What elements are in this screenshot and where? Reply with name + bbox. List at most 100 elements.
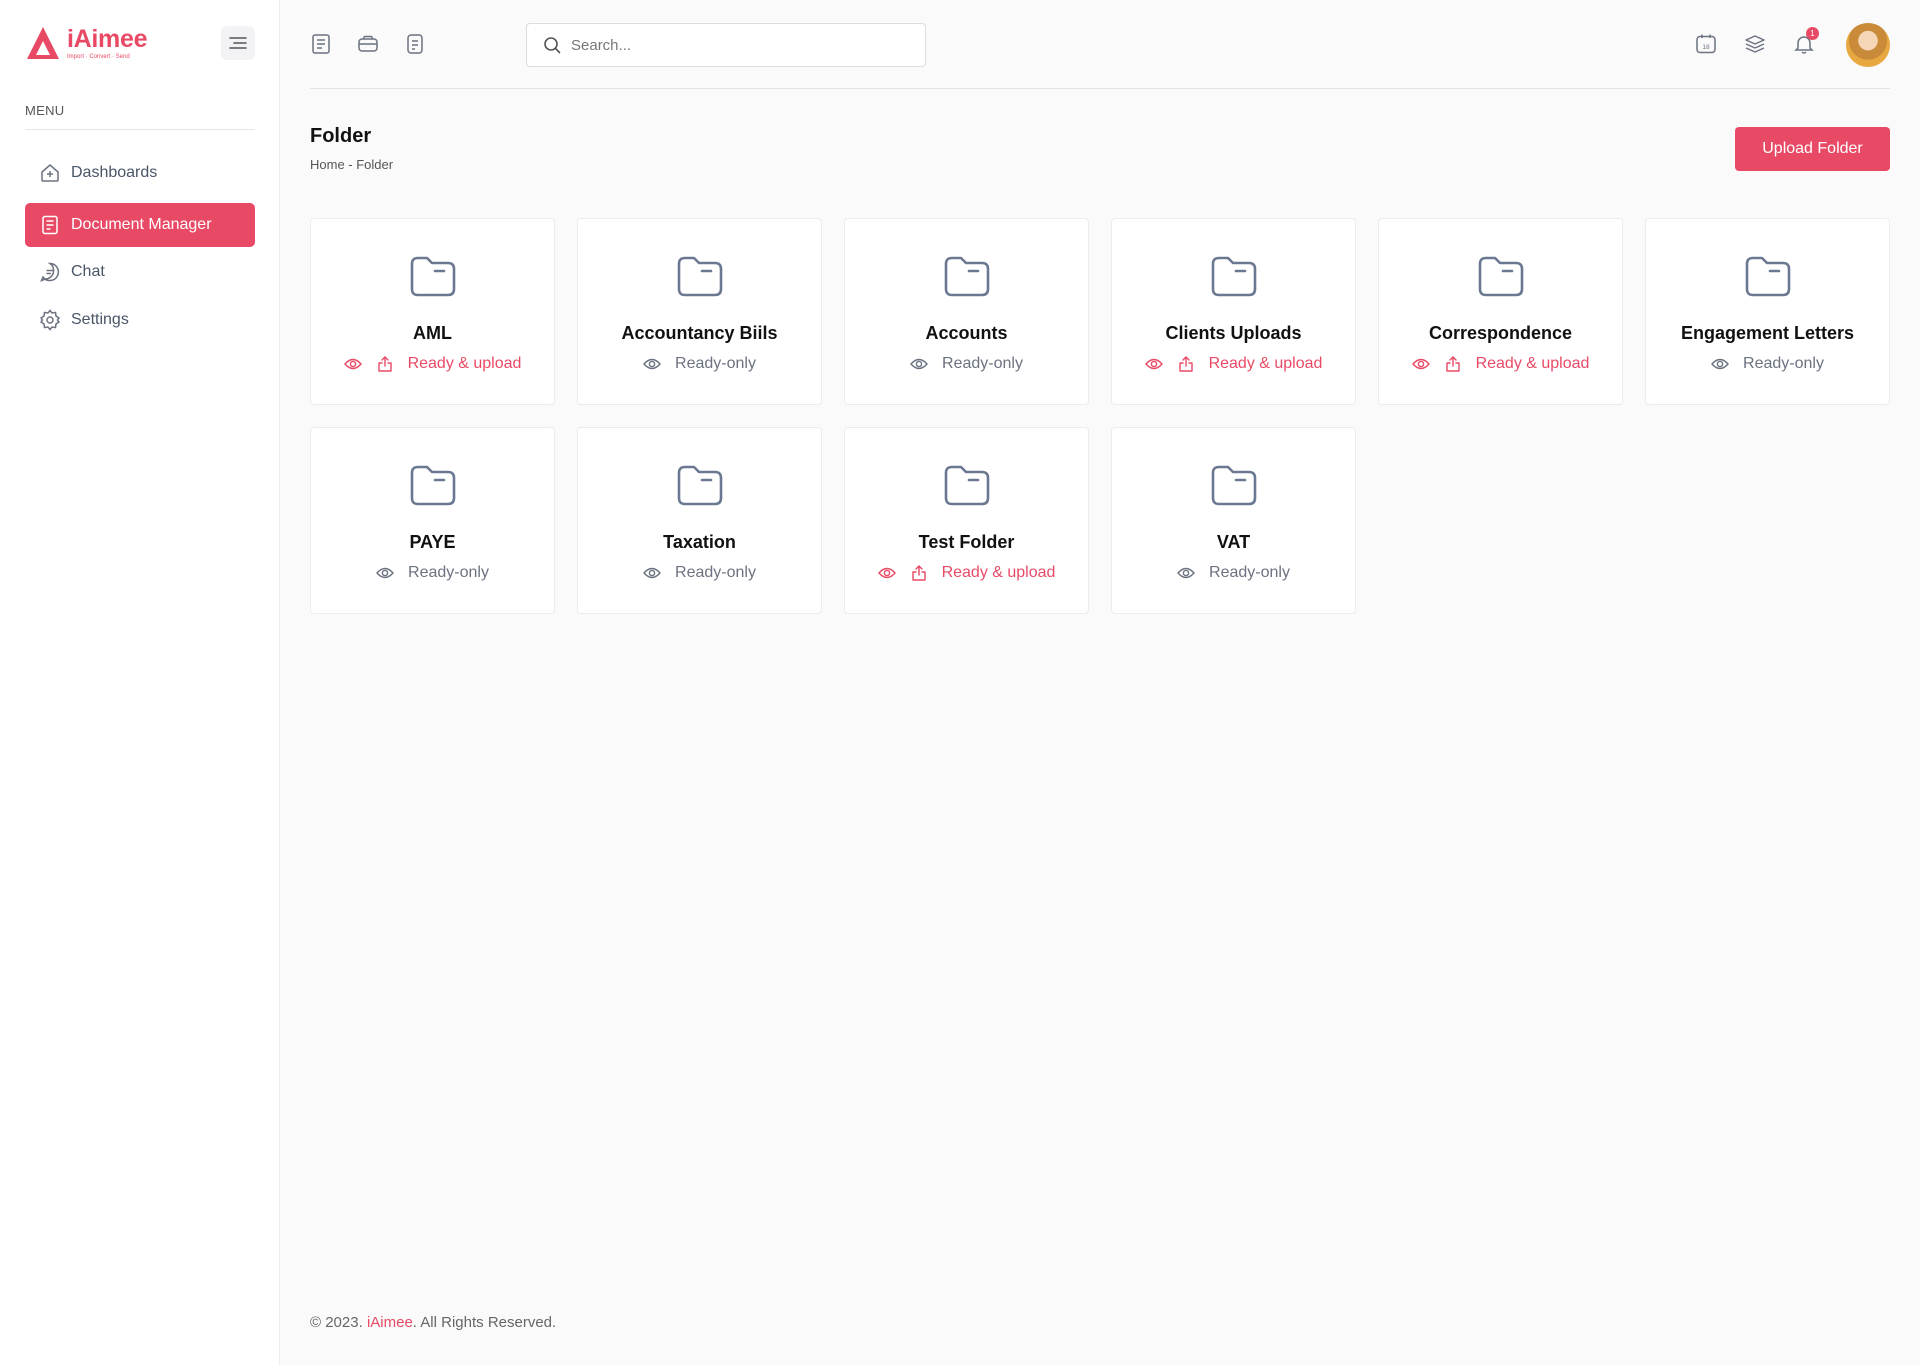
- permission-label: Ready & upload: [407, 355, 522, 372]
- upload-folder-button[interactable]: Upload Folder: [1735, 127, 1890, 171]
- sidebar-item-label: Chat: [71, 263, 105, 280]
- sidebar-item-chat[interactable]: Chat: [25, 250, 255, 294]
- folder-permission: Ready-only: [578, 355, 821, 373]
- search-input[interactable]: [571, 36, 891, 54]
- folder-permission: Ready-only: [1646, 355, 1889, 373]
- logo[interactable]: iAimee Import · Convert · Send: [25, 25, 147, 61]
- footer-prefix: © 2023.: [310, 1314, 367, 1331]
- upload-icon: [1444, 355, 1468, 373]
- eye-icon: [643, 566, 667, 580]
- menu-label: MENU: [25, 103, 65, 118]
- sidebar-item-settings[interactable]: Settings: [25, 298, 255, 342]
- folder-name: Test Folder: [918, 532, 1015, 552]
- folder-permission: Ready-only: [845, 355, 1088, 373]
- folder-name: Clients Uploads: [1165, 323, 1302, 343]
- logo-mark-icon: [27, 27, 59, 59]
- folder-card[interactable]: PAYE Ready-only: [310, 427, 555, 614]
- folder-icon: [675, 251, 725, 301]
- avatar[interactable]: [1846, 23, 1890, 67]
- menu-divider: [25, 129, 255, 130]
- breadcrumb: Home - Folder: [310, 157, 394, 172]
- folder-permission: Ready & upload: [1112, 355, 1355, 373]
- folder-name: Engagement Letters: [1680, 323, 1855, 343]
- chat-icon: [39, 261, 61, 283]
- eye-icon: [877, 566, 902, 580]
- logo-name: iAimee: [67, 25, 148, 53]
- footer: © 2023. iAimee. All Rights Reserved.: [310, 1314, 556, 1331]
- eye-icon: [1177, 566, 1201, 580]
- notes-icon[interactable]: [309, 32, 333, 56]
- notification-badge: 1: [1806, 27, 1819, 40]
- folder-icon: [408, 251, 458, 301]
- folder-icon: [1476, 251, 1526, 301]
- hamburger-icon: [229, 37, 247, 49]
- sidebar-item-dashboards[interactable]: Dashboards: [25, 151, 255, 195]
- clipboard-icon[interactable]: [403, 32, 427, 56]
- folder-permission: Ready & upload: [311, 355, 554, 373]
- folder-card[interactable]: Accounts Ready-only: [844, 218, 1089, 405]
- folder-name: Accountancy Biils: [621, 323, 778, 343]
- folder-icon: [1209, 460, 1259, 510]
- permission-label: Ready & upload: [941, 564, 1056, 581]
- upload-icon: [1177, 355, 1201, 373]
- calendar-icon[interactable]: 18: [1694, 32, 1718, 56]
- folder-icon: [942, 251, 992, 301]
- folder-permission: Ready & upload: [845, 564, 1088, 582]
- footer-brand-link[interactable]: iAimee: [367, 1314, 413, 1331]
- permission-label: Ready-only: [675, 564, 756, 581]
- eye-icon: [343, 357, 368, 371]
- folder-name: AML: [413, 323, 452, 343]
- permission-label: Ready & upload: [1475, 355, 1590, 372]
- folder-card[interactable]: Correspondence Ready & upload: [1378, 218, 1623, 405]
- folder-name: PAYE: [409, 532, 456, 552]
- folder-card[interactable]: AML Ready & upload: [310, 218, 555, 405]
- eye-icon: [643, 357, 667, 371]
- gear-icon: [39, 309, 61, 331]
- permission-label: Ready-only: [942, 355, 1023, 372]
- folder-icon: [1209, 251, 1259, 301]
- eye-icon: [1411, 357, 1436, 371]
- sidebar-item-document-manager[interactable]: Document Manager: [25, 203, 255, 247]
- layers-icon[interactable]: [1743, 32, 1767, 56]
- search-icon: [544, 37, 561, 54]
- folder-icon: [1743, 251, 1793, 301]
- folder-icon: [942, 460, 992, 510]
- folder-icon: [675, 460, 725, 510]
- permission-label: Ready-only: [1743, 355, 1824, 372]
- footer-suffix: . All Rights Reserved.: [412, 1314, 557, 1331]
- folder-permission: Ready-only: [1112, 564, 1355, 582]
- menu-toggle-button[interactable]: [221, 26, 255, 60]
- sidebar-item-label: Settings: [71, 311, 129, 328]
- permission-label: Ready-only: [1209, 564, 1290, 581]
- permission-label: Ready-only: [675, 355, 756, 372]
- sidebar: iAimee Import · Convert · Send MENU Dash…: [0, 0, 280, 1365]
- page-title: Folder: [310, 125, 372, 147]
- folder-permission: Ready-only: [578, 564, 821, 582]
- logo-tagline: Import · Convert · Send: [67, 54, 130, 60]
- permission-label: Ready & upload: [1208, 355, 1323, 372]
- permission-label: Ready-only: [408, 564, 489, 581]
- folder-name: Correspondence: [1428, 323, 1573, 343]
- document-icon: [39, 214, 61, 236]
- calendar-day: 18: [1702, 44, 1710, 51]
- folder-name: VAT: [1216, 532, 1251, 552]
- eye-icon: [376, 566, 400, 580]
- sidebar-item-label: Document Manager: [71, 216, 212, 233]
- sidebar-item-label: Dashboards: [71, 164, 158, 181]
- eye-icon: [1711, 357, 1735, 371]
- briefcase-icon[interactable]: [356, 32, 380, 56]
- folder-card[interactable]: Test Folder Ready & upload: [844, 427, 1089, 614]
- eye-icon: [910, 357, 934, 371]
- folder-card[interactable]: Clients Uploads Ready & upload: [1111, 218, 1356, 405]
- folder-permission: Ready-only: [311, 564, 554, 582]
- folder-card[interactable]: Engagement Letters Ready-only: [1645, 218, 1890, 405]
- home-icon: [39, 162, 61, 184]
- folder-card[interactable]: VAT Ready-only: [1111, 427, 1356, 614]
- folder-card[interactable]: Taxation Ready-only: [577, 427, 822, 614]
- search-box[interactable]: [526, 23, 926, 67]
- folder-name: Accounts: [925, 323, 1008, 343]
- upload-icon: [910, 564, 934, 582]
- folder-name: Taxation: [663, 532, 736, 552]
- folder-card[interactable]: Accountancy Biils Ready-only: [577, 218, 822, 405]
- folder-permission: Ready & upload: [1379, 355, 1622, 373]
